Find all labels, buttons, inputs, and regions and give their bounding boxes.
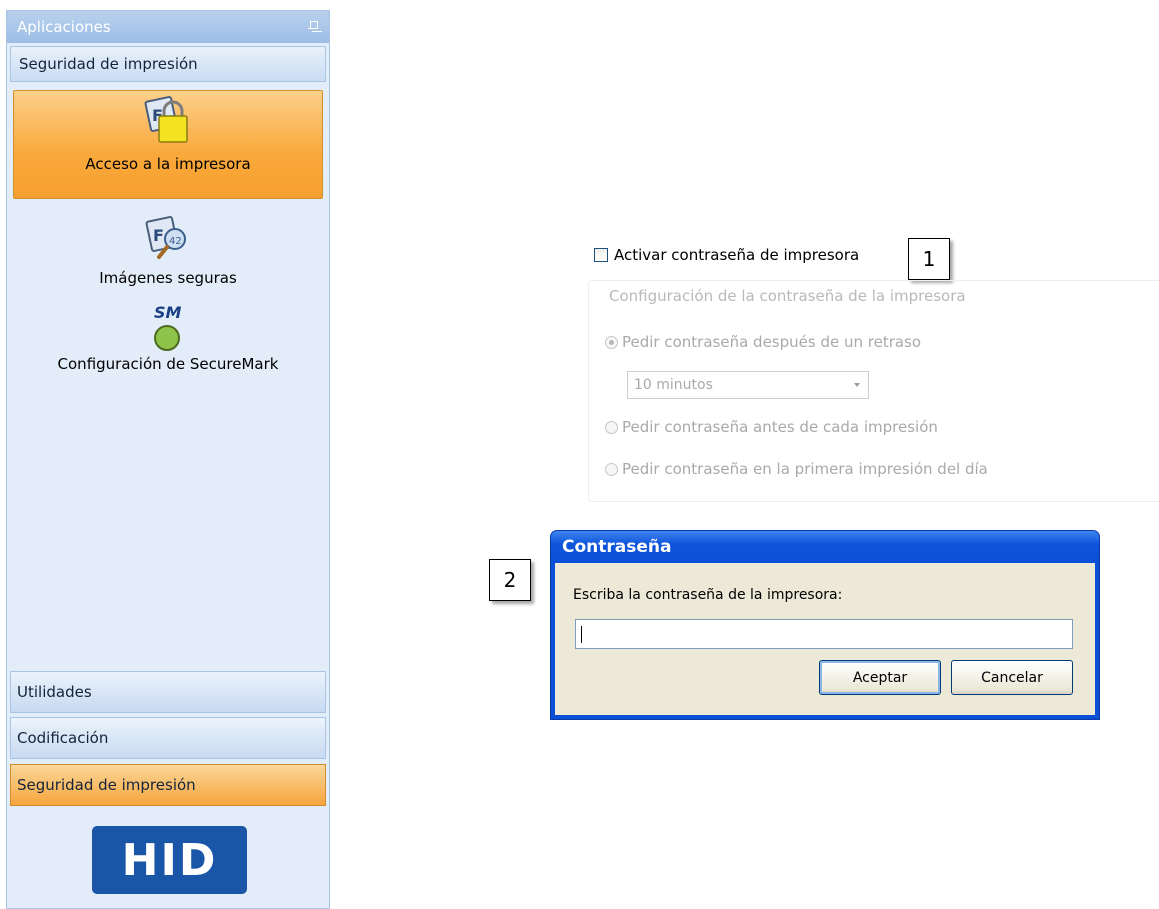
delay-select[interactable]: 10 minutos — [627, 371, 869, 399]
sidebar-item-label: Imágenes seguras — [99, 269, 237, 287]
password-config-group: Configuración de la contraseña de la imp… — [588, 280, 1159, 502]
cancel-button[interactable]: Cancelar — [951, 660, 1073, 695]
radio-each-print[interactable] — [605, 420, 618, 434]
option-each-print[interactable]: Pedir contraseña antes de cada impresión — [605, 418, 938, 436]
sidebar-header-title: Aplicaciones — [17, 18, 111, 36]
ok-button[interactable]: Aceptar — [819, 660, 941, 695]
password-prompt: Escriba la contraseña de la impresora: — [573, 587, 843, 603]
sidebar-group-utilities[interactable]: Utilidades — [10, 671, 326, 713]
enable-password-checkbox[interactable] — [594, 248, 608, 262]
password-dialog: Contraseña Escriba la contraseña de la i… — [550, 530, 1100, 720]
sidebar-item-secure-images[interactable]: F 42 Imágenes seguras — [13, 213, 323, 287]
dialog-body: Escriba la contraseña de la impresora: A… — [555, 563, 1095, 715]
callout-2: 2 — [489, 559, 531, 601]
delay-select-value: 10 minutos — [634, 377, 713, 393]
sidebar-item-securemark[interactable]: SM Configuración de SecureMark — [13, 303, 323, 373]
radio-delay[interactable] — [605, 335, 618, 349]
sidebar-item-printer-access[interactable]: F Acceso a la impresora — [13, 90, 323, 199]
card-lock-icon: F — [144, 95, 188, 143]
enable-password-label: Activar contraseña de impresora — [614, 246, 860, 264]
securemark-icon: SM — [154, 303, 182, 351]
svg-text:F: F — [153, 226, 164, 245]
password-input[interactable] — [575, 619, 1073, 649]
sidebar-group-print-security[interactable]: Seguridad de impresión — [10, 764, 326, 806]
sidebar-item-label: Configuración de SecureMark — [57, 355, 279, 373]
option-delay-label: Pedir contraseña después de un retraso — [622, 333, 922, 351]
option-first-of-day-label: Pedir contraseña en la primera impresión… — [622, 460, 988, 478]
option-each-print-label: Pedir contraseña antes de cada impresión — [622, 418, 938, 436]
radio-first-of-day[interactable] — [605, 462, 618, 476]
text-caret — [581, 626, 582, 643]
sidebar-group-encoding[interactable]: Codificación — [10, 717, 326, 759]
securemark-icon-text: SM — [154, 303, 182, 322]
option-first-of-day[interactable]: Pedir contraseña en la primera impresión… — [605, 460, 988, 478]
sidebar-header: Aplicaciones — [7, 11, 329, 43]
sidebar-group-title[interactable]: Seguridad de impresión — [10, 46, 326, 82]
chevron-down-icon — [854, 383, 860, 387]
card-magnifier-icon: F 42 — [145, 215, 186, 259]
enable-password-row[interactable]: Activar contraseña de impresora — [594, 246, 859, 264]
dialog-title[interactable]: Contraseña — [551, 531, 1099, 563]
callout-1: 1 — [908, 238, 950, 280]
sidebar: Aplicaciones Seguridad de impresión F Ac… — [6, 10, 330, 909]
config-group-title: Configuración de la contraseña de la imp… — [609, 287, 966, 305]
option-delay[interactable]: Pedir contraseña después de un retraso — [605, 333, 921, 351]
svg-text:42: 42 — [169, 236, 182, 247]
sidebar-item-label: Acceso a la impresora — [85, 155, 251, 173]
main-panel: Activar contraseña de impresora 1 Config… — [330, 10, 1159, 909]
hid-logo: HID — [92, 826, 247, 894]
pin-icon[interactable] — [307, 20, 319, 34]
